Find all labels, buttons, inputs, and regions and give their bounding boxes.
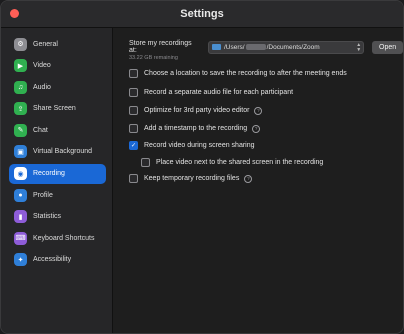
recording-option: Optimize for 3rd party video editor? [129, 106, 263, 115]
help-icon[interactable]: ? [252, 124, 261, 133]
sidebar-item-profile[interactable]: ● Profile [9, 185, 106, 205]
sidebar-item-label: Video [33, 62, 51, 70]
accessibility-icon: ✦ [14, 253, 27, 267]
headphones-icon: ♫ [14, 80, 27, 94]
title-bar: Settings [1, 1, 403, 28]
sidebar-item-audio[interactable]: ♫ Audio [9, 77, 106, 97]
sidebar-item-chat[interactable]: ✎ Chat [9, 120, 106, 140]
store-recordings-row: Store my recordings at: /Users/ /Documen… [129, 40, 403, 54]
sidebar-item-label: Audio [33, 83, 51, 91]
share-screen-icon: ⇪ [14, 102, 27, 116]
sidebar-item-statistics[interactable]: ▮ Statistics [9, 207, 106, 227]
recording-option: Place video next to the shared screen in… [141, 158, 323, 167]
sidebar-item-recording[interactable]: ◉ Recording [9, 163, 106, 184]
help-icon[interactable]: ? [254, 106, 263, 115]
sidebar-item-label: Profile [33, 191, 53, 199]
recording-path-suffix: /Documents/Zoom [266, 43, 320, 51]
option-checkbox[interactable]: ✓ [129, 141, 138, 150]
store-recordings-label: Store my recordings at: [129, 40, 192, 54]
gear-icon: ⚙ [14, 37, 27, 51]
option-label: Optimize for 3rd party video editor [144, 107, 250, 114]
sidebar-item-accessibility[interactable]: ✦ Accessibility [9, 250, 106, 270]
record-icon: ◉ [14, 167, 27, 181]
recording-option: Add a timestamp to the recording? [129, 124, 261, 133]
profile-icon: ● [14, 188, 27, 202]
settings-window: Settings ⚙ General ▶ Video ♫ Audio ⇪ Share Scre… [0, 0, 404, 334]
recording-option: Keep temporary recording files? [129, 174, 253, 183]
video-camera-icon: ▶ [14, 59, 27, 73]
folder-icon [211, 44, 221, 50]
recording-option: Record a separate audio file for each pa… [129, 88, 293, 97]
redacted-username [245, 44, 266, 50]
chevron-updown-icon: ▲ ▼ [356, 41, 362, 53]
option-checkbox[interactable] [129, 69, 138, 78]
option-label: Keep temporary recording files [144, 175, 240, 182]
statistics-icon: ▮ [14, 210, 27, 224]
chat-bubble-icon: ✎ [14, 123, 27, 137]
recording-option: ✓ Record video during screen sharing [129, 141, 255, 150]
option-label: Record video during screen sharing [144, 142, 255, 149]
option-label: Place video next to the shared screen in… [156, 159, 324, 166]
option-checkbox[interactable] [129, 106, 138, 115]
sidebar-item-share-screen[interactable]: ⇪ Share Screen [9, 99, 106, 119]
option-label: Record a separate audio file for each pa… [144, 89, 294, 96]
recording-path-prefix: /Users/ [223, 43, 245, 51]
option-label: Add a timestamp to the recording [144, 125, 248, 132]
recording-option: Choose a location to save the recording … [129, 69, 347, 78]
sidebar-item-video[interactable]: ▶ Video [9, 56, 106, 76]
close-window-button[interactable] [10, 9, 19, 18]
option-checkbox[interactable] [129, 174, 138, 183]
sidebar-item-label: Chat [33, 126, 48, 134]
settings-sidebar: ⚙ General ▶ Video ♫ Audio ⇪ Share Screen ✎ Chat ▣ V… [1, 28, 113, 333]
recording-settings-panel: Store my recordings at: /Users/ /Documen… [113, 28, 403, 333]
keyboard-icon: ⌨ [14, 231, 27, 245]
sidebar-item-label: Statistics [33, 213, 62, 221]
option-checkbox[interactable] [141, 158, 150, 167]
option-checkbox[interactable] [129, 88, 138, 97]
sidebar-item-virtual-background[interactable]: ▣ Virtual Background [9, 142, 106, 162]
open-folder-button[interactable]: Open [372, 40, 403, 54]
sidebar-item-label: Virtual Background [33, 148, 93, 156]
sidebar-item-label: Keyboard Shortcuts [33, 234, 95, 242]
storage-remaining: 33.22 GB remaining [129, 55, 178, 61]
help-icon[interactable]: ? [244, 174, 253, 183]
window-title: Settings [180, 8, 224, 20]
option-label: Choose a location to save the recording … [144, 70, 347, 77]
sidebar-item-label: Share Screen [33, 105, 76, 113]
virtual-background-icon: ▣ [14, 145, 27, 159]
sidebar-item-general[interactable]: ⚙ General [9, 34, 106, 54]
sidebar-item-label: Recording [33, 170, 65, 178]
sidebar-item-keyboard-shortcuts[interactable]: ⌨ Keyboard Shortcuts [9, 228, 106, 248]
recording-path-select[interactable]: /Users/ /Documents/Zoom ▲ ▼ [207, 40, 365, 54]
sidebar-item-label: Accessibility [33, 256, 72, 264]
option-checkbox[interactable] [129, 124, 138, 133]
sidebar-item-label: General [33, 40, 58, 48]
